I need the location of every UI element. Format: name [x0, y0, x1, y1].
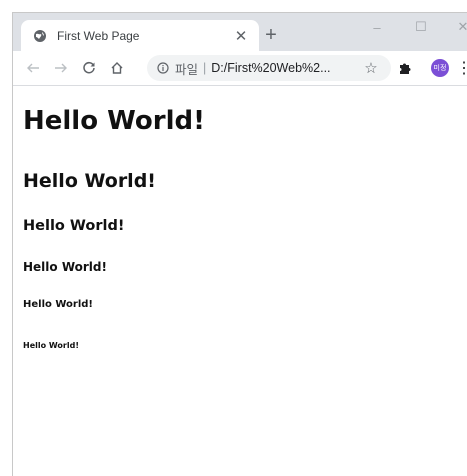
address-separator: |: [203, 61, 207, 75]
arrow-left-icon[interactable]: [23, 58, 43, 78]
kebab-menu-icon[interactable]: ⋮: [454, 58, 467, 78]
url-text[interactable]: D:/First%20Web%2...: [211, 61, 330, 75]
heading-h1: Hello World!: [23, 106, 205, 136]
heading-h5: Hello World!: [23, 299, 93, 310]
browser-toolbar: 파일 | D:/First%20Web%2... ☆ 미정 ⋮: [13, 51, 467, 86]
tab-strip: First Web Page ✕ + – ☐ ✕: [13, 13, 467, 51]
heading-h4: Hello World!: [23, 260, 107, 274]
heading-h3: Hello World!: [23, 218, 125, 234]
star-icon[interactable]: ☆: [361, 58, 381, 78]
window-close-button[interactable]: ✕: [445, 13, 467, 41]
home-icon[interactable]: [107, 58, 127, 78]
info-icon[interactable]: [157, 62, 169, 74]
maximize-button[interactable]: ☐: [403, 13, 439, 41]
close-icon[interactable]: ✕: [231, 26, 251, 46]
puzzle-icon[interactable]: [395, 58, 415, 78]
scheme-label: 파일: [175, 62, 199, 77]
globe-icon: [33, 29, 47, 43]
page-content: Hello World! Hello World! Hello World! H…: [13, 86, 467, 476]
browser-window: First Web Page ✕ + – ☐ ✕ 파일 | D:/First%2…: [12, 12, 467, 476]
arrow-right-icon[interactable]: [51, 58, 71, 78]
minimize-button[interactable]: –: [359, 13, 395, 41]
heading-h6: Hello World!: [23, 341, 79, 350]
avatar[interactable]: 미정: [431, 59, 449, 77]
heading-h2: Hello World!: [23, 170, 156, 192]
reload-icon[interactable]: [79, 58, 99, 78]
tab-title: First Web Page: [57, 28, 140, 43]
address-bar[interactable]: 파일 | D:/First%20Web%2...: [147, 55, 391, 81]
new-tab-button[interactable]: +: [259, 23, 283, 47]
tab-first-web-page[interactable]: First Web Page ✕: [21, 20, 259, 51]
